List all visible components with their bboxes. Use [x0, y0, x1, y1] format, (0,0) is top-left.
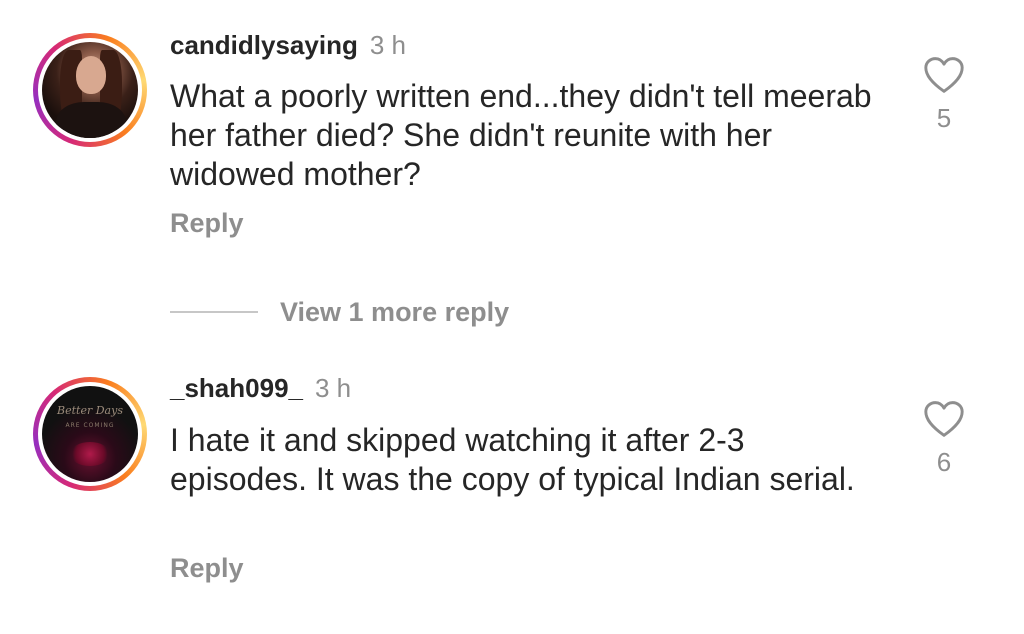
like-count: 6: [936, 447, 952, 477]
avatar-body: [56, 102, 126, 138]
avatar-ring-gap: Better Days ARE COMING: [38, 382, 142, 486]
comment-text: I hate it and skipped watching it after …: [170, 422, 855, 497]
comment-header: _shah099_ 3 h: [170, 373, 351, 404]
username-link[interactable]: candidlysaying: [170, 30, 358, 60]
view-more-replies-button[interactable]: View 1 more reply: [170, 292, 509, 332]
avatar-story-ring[interactable]: [33, 33, 147, 147]
avatar: [42, 42, 138, 138]
like-column: 6: [918, 399, 970, 478]
comment-text: What a poorly written end...they didn't …: [170, 78, 872, 192]
comment-timestamp: 3 h: [369, 30, 406, 60]
reply-button[interactable]: Reply: [170, 553, 244, 584]
avatar-face: [76, 56, 106, 94]
like-column: 5: [918, 55, 970, 134]
avatar: Better Days ARE COMING: [42, 386, 138, 482]
heart-outline-icon[interactable]: [922, 399, 966, 439]
avatar-rose-graphic: [70, 442, 110, 466]
username-link[interactable]: _shah099_: [170, 373, 303, 403]
comment-timestamp: 3 h: [314, 373, 352, 403]
view-more-replies-label: View 1 more reply: [280, 296, 510, 327]
like-count: 5: [936, 103, 952, 133]
avatar-artwork: Better Days: [57, 404, 123, 417]
reply-button[interactable]: Reply: [170, 208, 244, 239]
divider-line: [170, 311, 258, 313]
avatar-ring-gap: [38, 38, 142, 142]
heart-outline-icon[interactable]: [922, 55, 966, 95]
avatar-story-ring[interactable]: Better Days ARE COMING: [33, 377, 147, 491]
comment-header: candidlysaying 3 h: [170, 30, 406, 61]
avatar-artwork: ARE COMING: [65, 422, 115, 429]
